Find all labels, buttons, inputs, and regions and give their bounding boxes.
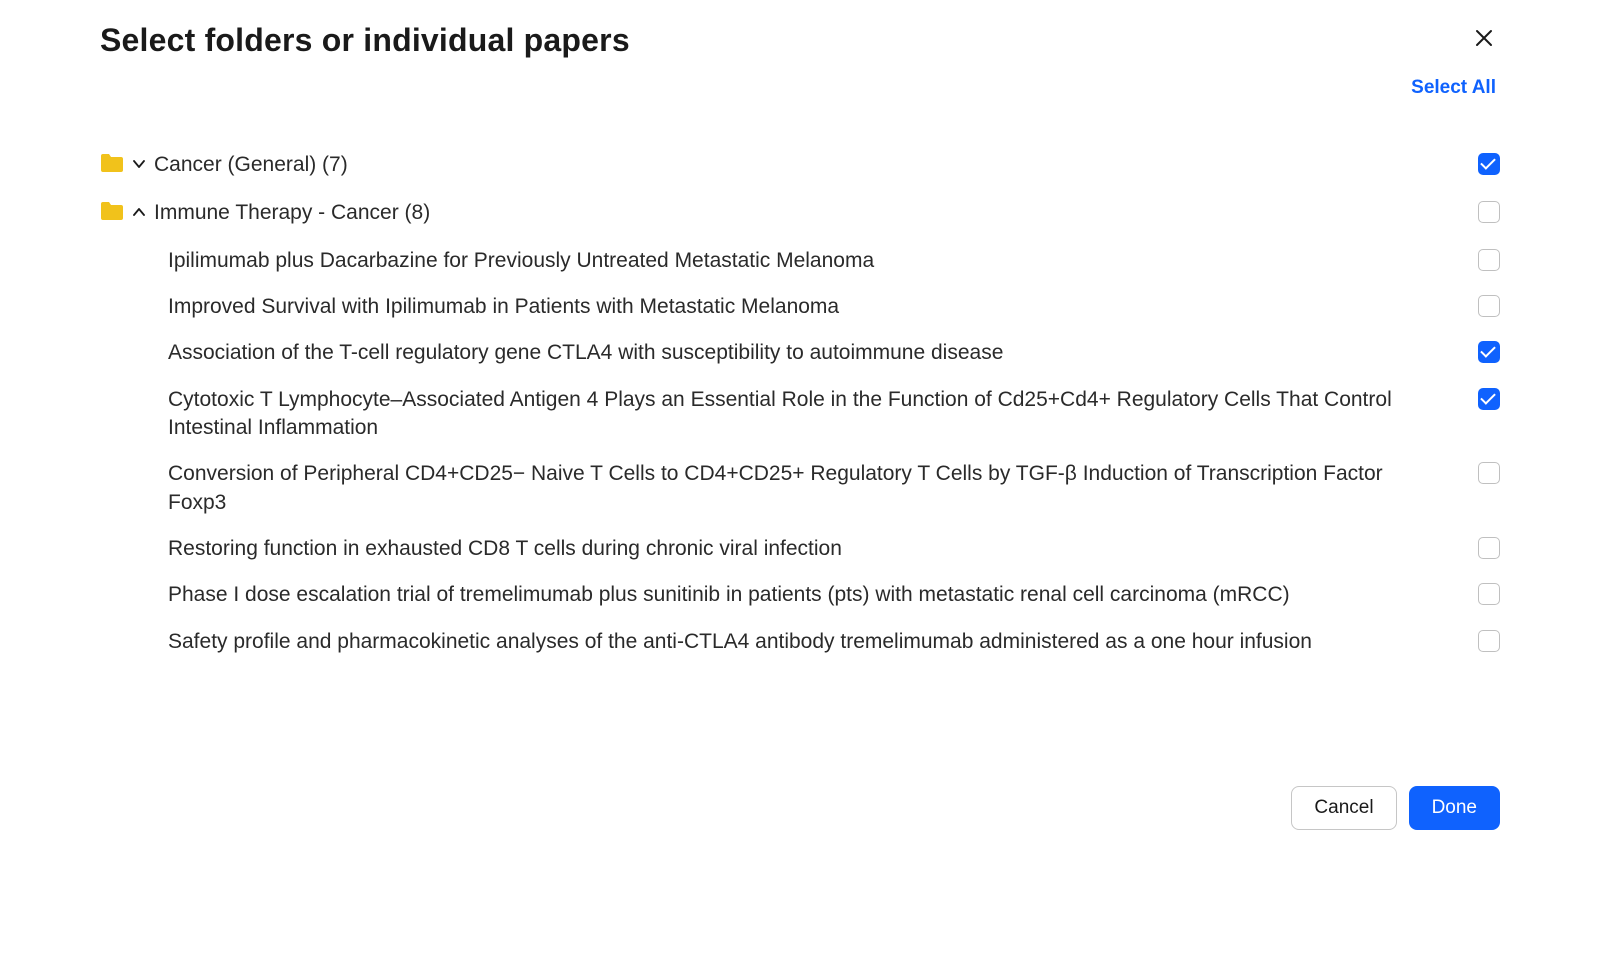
paper-title[interactable]: Association of the T-cell regulatory gen…	[168, 339, 1043, 367]
modal-header: Select folders or individual papers	[100, 12, 1500, 59]
select-all-button[interactable]: Select All	[1411, 77, 1496, 98]
paper-checkbox[interactable]	[1478, 295, 1500, 317]
folder-row: Immune Therapy - Cancer (8)	[100, 189, 1500, 237]
folder-icon	[100, 201, 124, 221]
paper-row-left: Ipilimumab plus Dacarbazine for Previous…	[100, 247, 1466, 275]
paper-checkbox[interactable]	[1478, 462, 1500, 484]
paper-checkbox[interactable]	[1478, 341, 1500, 363]
paper-title[interactable]: Ipilimumab plus Dacarbazine for Previous…	[168, 247, 914, 275]
modal-footer: Cancel Done	[1291, 786, 1500, 830]
paper-row: Restoring function in exhausted CD8 T ce…	[100, 526, 1500, 572]
paper-row: Phase I dose escalation trial of tremeli…	[100, 572, 1500, 618]
close-icon[interactable]	[1468, 22, 1500, 59]
folder-checkbox[interactable]	[1478, 201, 1500, 223]
cancel-button[interactable]: Cancel	[1291, 786, 1396, 830]
paper-title[interactable]: Improved Survival with Ipilimumab in Pat…	[168, 293, 879, 321]
paper-row: Improved Survival with Ipilimumab in Pat…	[100, 284, 1500, 330]
paper-title[interactable]: Phase I dose escalation trial of tremeli…	[168, 581, 1330, 609]
folder-row-left: Immune Therapy - Cancer (8)	[100, 199, 1466, 227]
paper-row-left: Safety profile and pharmacokinetic analy…	[100, 628, 1466, 656]
folder-row-left: Cancer (General) (7)	[100, 151, 1466, 179]
paper-checkbox[interactable]	[1478, 583, 1500, 605]
folder-icon	[100, 153, 124, 173]
paper-row-left: Improved Survival with Ipilimumab in Pat…	[100, 293, 1466, 321]
paper-row-left: Phase I dose escalation trial of tremeli…	[100, 581, 1466, 609]
folder-row: Cancer (General) (7)	[100, 141, 1500, 189]
modal-title: Select folders or individual papers	[100, 22, 630, 59]
folder-list: Cancer (General) (7) Immune Therapy - Can…	[100, 141, 1500, 665]
paper-row: Safety profile and pharmacokinetic analy…	[100, 619, 1500, 665]
folder-label[interactable]: Cancer (General) (7)	[154, 151, 348, 179]
paper-title[interactable]: Safety profile and pharmacokinetic analy…	[168, 628, 1352, 656]
done-button[interactable]: Done	[1409, 786, 1500, 830]
paper-row: Conversion of Peripheral CD4+CD25− Naive…	[100, 451, 1500, 526]
paper-checkbox[interactable]	[1478, 537, 1500, 559]
paper-list: Ipilimumab plus Dacarbazine for Previous…	[100, 238, 1500, 665]
paper-title[interactable]: Conversion of Peripheral CD4+CD25− Naive…	[168, 460, 1466, 517]
paper-row: Cytotoxic T Lymphocyte–Associated Antige…	[100, 377, 1500, 452]
paper-row-left: Association of the T-cell regulatory gen…	[100, 339, 1466, 367]
paper-row: Association of the T-cell regulatory gen…	[100, 330, 1500, 376]
paper-checkbox[interactable]	[1478, 388, 1500, 410]
paper-row-left: Conversion of Peripheral CD4+CD25− Naive…	[100, 460, 1466, 517]
paper-row-left: Cytotoxic T Lymphocyte–Associated Antige…	[100, 386, 1466, 443]
folder-label[interactable]: Immune Therapy - Cancer (8)	[154, 199, 430, 227]
paper-title[interactable]: Restoring function in exhausted CD8 T ce…	[168, 535, 882, 563]
paper-checkbox[interactable]	[1478, 249, 1500, 271]
paper-title[interactable]: Cytotoxic T Lymphocyte–Associated Antige…	[168, 386, 1466, 443]
paper-checkbox[interactable]	[1478, 630, 1500, 652]
chevron-down-icon[interactable]	[132, 157, 146, 171]
folder-checkbox[interactable]	[1478, 153, 1500, 175]
paper-row-left: Restoring function in exhausted CD8 T ce…	[100, 535, 1466, 563]
paper-row: Ipilimumab plus Dacarbazine for Previous…	[100, 238, 1500, 284]
chevron-up-icon[interactable]	[132, 205, 146, 219]
